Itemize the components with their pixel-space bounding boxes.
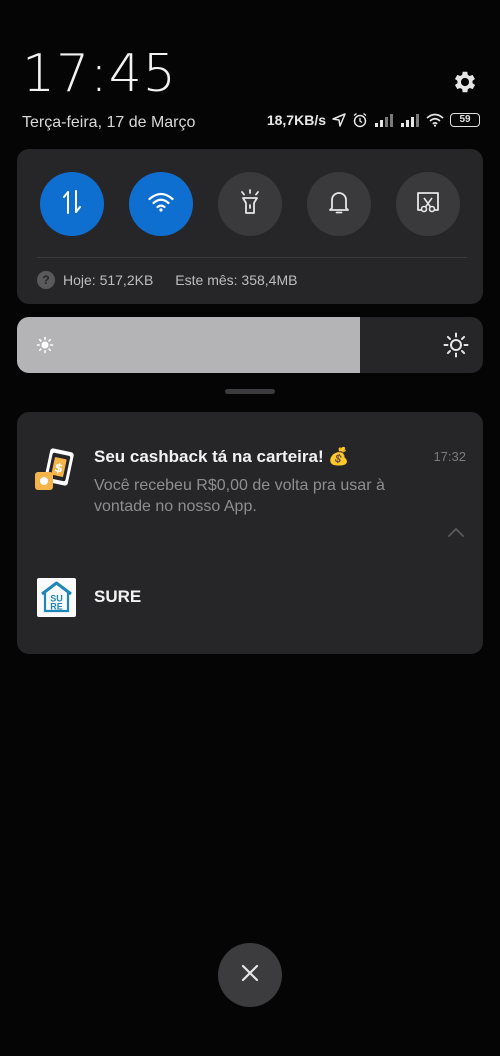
wifi-icon bbox=[148, 192, 174, 217]
brightness-slider[interactable] bbox=[17, 317, 483, 373]
data-usage[interactable]: ? Hoje: 517,2KB Este mês: 358,4MB bbox=[37, 271, 297, 289]
battery-indicator: 59 bbox=[450, 113, 480, 127]
notification-title: Seu cashback tá na carteira! 💰 bbox=[94, 447, 350, 466]
clear-notifications-button[interactable] bbox=[218, 943, 282, 1007]
notification-time: 17:32 bbox=[433, 449, 466, 464]
brightness-low-icon bbox=[35, 335, 55, 360]
signal-sim2-icon bbox=[400, 113, 420, 127]
help-icon: ? bbox=[37, 271, 55, 289]
alarm-icon bbox=[352, 112, 368, 128]
qs-divider bbox=[37, 257, 467, 258]
flashlight-toggle[interactable] bbox=[218, 172, 282, 236]
shade-drag-handle[interactable] bbox=[225, 389, 275, 394]
sound-toggle[interactable] bbox=[307, 172, 371, 236]
signal-sim1-icon bbox=[374, 113, 394, 127]
bell-icon bbox=[328, 189, 350, 220]
screenshot-icon bbox=[415, 190, 441, 219]
notification-card[interactable]: $ Seu cashback tá na carteira! 💰 17:32 V… bbox=[17, 412, 483, 654]
brightness-fill bbox=[17, 317, 360, 373]
wifi-status-icon bbox=[426, 113, 444, 127]
sure-icon-text-bottom: RE bbox=[50, 602, 63, 612]
usage-today: Hoje: 517,2KB bbox=[63, 272, 154, 288]
notification-group-label: SURE bbox=[94, 587, 142, 606]
network-speed: 18,7KB/s bbox=[266, 112, 326, 128]
clock: 17:45 bbox=[22, 44, 177, 104]
screenshot-toggle[interactable] bbox=[396, 172, 460, 236]
date-label[interactable]: Terça-feira, 17 de Março bbox=[22, 114, 195, 132]
mobile-data-icon bbox=[60, 189, 84, 220]
wifi-toggle[interactable] bbox=[129, 172, 193, 236]
sure-app-icon: SU RE bbox=[37, 578, 76, 617]
settings-gear-icon[interactable] bbox=[451, 68, 479, 96]
brightness-high-icon bbox=[443, 332, 469, 363]
notification-body: Você recebeu R$0,00 de volta pra usar à … bbox=[94, 477, 385, 515]
location-icon bbox=[332, 113, 346, 127]
close-icon bbox=[240, 963, 260, 988]
quick-settings-panel: ? Hoje: 517,2KB Este mês: 358,4MB bbox=[17, 149, 483, 304]
collapse-chevron-icon[interactable] bbox=[447, 525, 465, 543]
status-icons: 18,7KB/s 59 bbox=[267, 112, 480, 128]
notification-shade: 17:45 Terça-feira, 17 de Março 18,7KB/s … bbox=[0, 0, 500, 1056]
flashlight-icon bbox=[239, 188, 261, 220]
cashback-app-icon: $ bbox=[33, 448, 77, 492]
usage-month: Este mês: 358,4MB bbox=[175, 272, 298, 288]
mobile-data-toggle[interactable] bbox=[40, 172, 104, 236]
